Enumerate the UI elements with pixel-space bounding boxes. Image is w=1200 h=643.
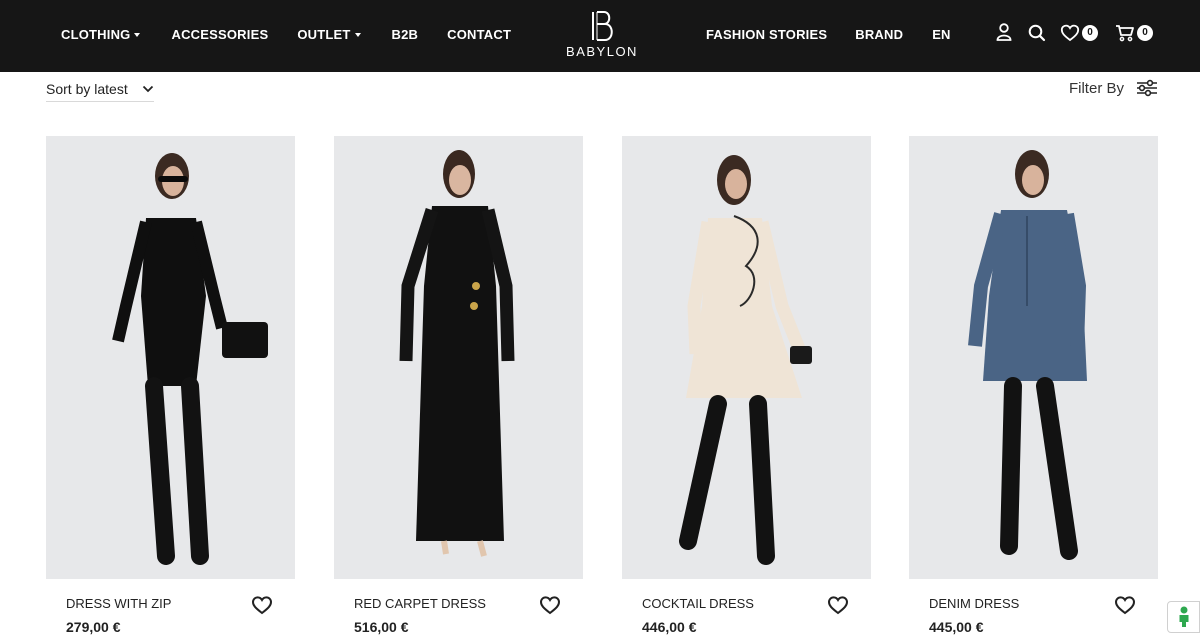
- filter-label: Filter By: [1068, 79, 1124, 97]
- logo-mark-icon: [592, 11, 613, 41]
- product-image[interactable]: [909, 136, 1158, 579]
- product-name[interactable]: COCKTAIL DRESS: [642, 596, 754, 611]
- chat-widget-button[interactable]: [1167, 601, 1200, 633]
- language-switcher[interactable]: EN: [932, 27, 950, 42]
- logo-text: BABYLON: [566, 44, 638, 59]
- model-figure-illustration: [968, 150, 1087, 560]
- caret-down-icon: [354, 32, 361, 37]
- filter-button[interactable]: Filter By: [1069, 76, 1158, 100]
- account-button[interactable]: [996, 23, 1012, 43]
- heart-icon[interactable]: [539, 595, 561, 615]
- product-name[interactable]: DENIM DRESS: [929, 596, 1019, 611]
- product-name[interactable]: RED CARPET DRESS: [354, 596, 486, 611]
- product-card[interactable]: COCKTAIL DRESS 446,00 €: [622, 136, 871, 635]
- product-price: 446,00 €: [642, 619, 697, 635]
- nav-accessories-label: ACCESSORIES: [171, 26, 269, 42]
- heart-icon[interactable]: [1114, 595, 1136, 615]
- nav-b2b[interactable]: B2B: [392, 27, 419, 42]
- nav-outlet[interactable]: OUTLET: [297, 26, 361, 42]
- cart-count-badge: 0: [1137, 25, 1153, 41]
- nav-clothing-label: CLOTHING: [61, 26, 131, 42]
- sliders-icon: [1137, 79, 1157, 97]
- site-logo[interactable]: BABYLON: [566, 10, 638, 62]
- nav-fashion-stories-label: FASHION STORIES: [706, 26, 828, 42]
- nav-outlet-label: OUTLET: [297, 26, 351, 42]
- product-image[interactable]: [622, 136, 871, 579]
- product-price: 445,00 €: [929, 619, 984, 635]
- nav-brand-label: BRAND: [855, 26, 904, 42]
- nav-b2b-label: B2B: [391, 26, 419, 42]
- heart-icon: [1060, 24, 1080, 42]
- model-figure-illustration: [112, 153, 268, 565]
- product-price: 279,00 €: [66, 619, 121, 635]
- product-image[interactable]: [46, 136, 295, 579]
- person-icon: [1179, 606, 1188, 627]
- nav-contact[interactable]: CONTACT: [447, 27, 511, 42]
- product-image[interactable]: [334, 136, 583, 579]
- secondary-nav: FASHION STORIES BRAND EN: [706, 0, 951, 68]
- sort-label: Sort by latest: [46, 80, 128, 97]
- chevron-down-icon: [142, 85, 154, 92]
- product-card[interactable]: DENIM DRESS 445,00 €: [909, 136, 1158, 635]
- product-name[interactable]: DRESS WITH ZIP: [66, 596, 171, 611]
- cart-button[interactable]: 0: [1115, 23, 1153, 43]
- nav-clothing[interactable]: CLOTHING: [61, 26, 141, 42]
- site-header: CLOTHING ACCESSORIES OUTLET B2B CONTACT …: [0, 0, 1200, 72]
- product-card[interactable]: DRESS WITH ZIP 279,00 €: [46, 136, 295, 635]
- cart-icon: [1116, 25, 1134, 42]
- product-price: 516,00 €: [354, 619, 409, 635]
- model-figure-illustration: [399, 150, 515, 557]
- search-icon: [1028, 24, 1046, 42]
- language-label: EN: [932, 26, 951, 42]
- product-card[interactable]: RED CARPET DRESS 516,00 €: [334, 136, 583, 635]
- nav-accessories[interactable]: ACCESSORIES: [171, 27, 268, 42]
- caret-down-icon: [134, 32, 141, 37]
- search-button[interactable]: [1028, 23, 1046, 43]
- user-icon: [996, 23, 1012, 41]
- heart-icon[interactable]: [251, 595, 273, 615]
- wishlist-count-badge: 0: [1082, 25, 1098, 41]
- main-nav: CLOTHING ACCESSORIES OUTLET B2B CONTACT: [61, 0, 511, 68]
- nav-fashion-stories[interactable]: FASHION STORIES: [706, 27, 827, 42]
- wishlist-button[interactable]: 0: [1060, 23, 1098, 43]
- nav-contact-label: CONTACT: [447, 26, 512, 42]
- model-figure-illustration: [679, 155, 812, 565]
- sort-dropdown[interactable]: Sort by latest: [46, 76, 154, 102]
- heart-icon[interactable]: [827, 595, 849, 615]
- nav-brand[interactable]: BRAND: [855, 27, 903, 42]
